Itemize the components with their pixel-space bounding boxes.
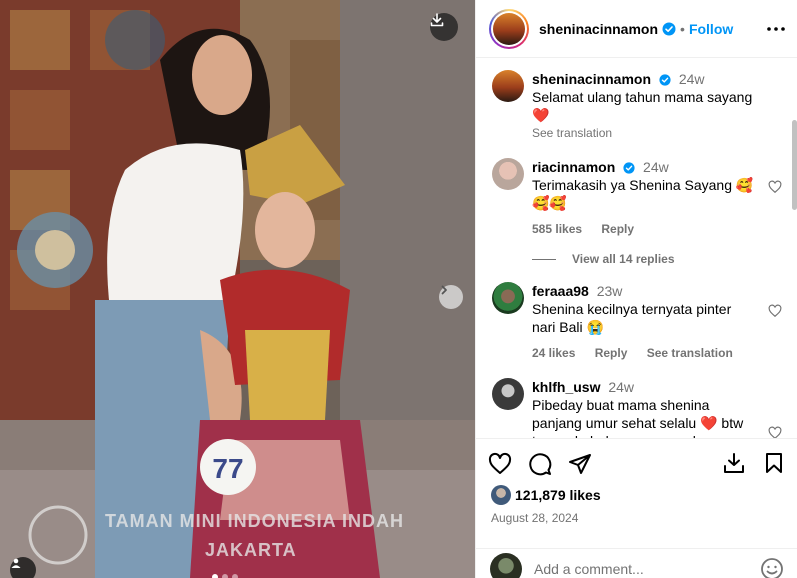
- bookmark-button[interactable]: [762, 451, 786, 478]
- header-separator: •: [680, 20, 685, 37]
- comment-username[interactable]: sheninacinnamon: [532, 71, 651, 87]
- comment-text: Shenina kecilnya ternyata pinter nari Ba…: [532, 301, 732, 335]
- comment-icon: [529, 453, 552, 476]
- avatar: [491, 485, 511, 505]
- user-tag-icon: [11, 558, 21, 568]
- see-translation-link[interactable]: See translation: [647, 346, 733, 360]
- comment-time[interactable]: 24w: [608, 379, 634, 395]
- divider: [532, 258, 556, 260]
- share-icon: [569, 454, 591, 474]
- comment-input[interactable]: [534, 560, 760, 577]
- comment-text: Terimakasih ya Shenina Sayang 🥰🥰🥰: [532, 177, 754, 211]
- reply-button[interactable]: Reply: [601, 222, 634, 236]
- photo-caption-line2: JAKARTA: [205, 540, 297, 560]
- share-button[interactable]: [568, 452, 592, 476]
- comment-time[interactable]: 24w: [643, 159, 669, 175]
- photo-illustration: 77 TAMAN MINI INDONESIA INDAH JAKARTA: [0, 0, 475, 578]
- author-avatar: [493, 12, 525, 45]
- comment-username[interactable]: khlfh_usw: [532, 379, 600, 395]
- post-header: sheninacinnamon • Follow: [476, 0, 797, 58]
- carousel-dot: [212, 574, 218, 578]
- avatar[interactable]: [492, 70, 524, 102]
- download-icon: [430, 13, 444, 27]
- avatar: [490, 552, 522, 578]
- comment-time[interactable]: 23w: [597, 283, 623, 299]
- photo-badge-number: 77: [212, 453, 243, 484]
- verified-icon: [623, 162, 635, 174]
- more-icon[interactable]: [767, 26, 785, 31]
- comment-text: Selamat ulang tahun mama sayang ❤️: [532, 89, 753, 123]
- comment-username[interactable]: feraaa98: [532, 283, 589, 299]
- avatar[interactable]: [492, 158, 524, 190]
- add-comment-bar: [476, 548, 797, 578]
- caption-comment: sheninacinnamon 24w Selamat ulang tahun …: [492, 70, 782, 142]
- comments-scrollbar[interactable]: [792, 120, 797, 210]
- emoji-icon[interactable]: [760, 557, 784, 578]
- likes-label[interactable]: 121,879 likes: [515, 487, 601, 503]
- heart-icon[interactable]: [768, 304, 782, 318]
- comments-list[interactable]: sheninacinnamon 24w Selamat ulang tahun …: [476, 58, 797, 438]
- download-button[interactable]: [430, 13, 458, 41]
- comment-likes[interactable]: 585 likes: [532, 222, 582, 236]
- reply-button[interactable]: Reply: [595, 346, 628, 360]
- heart-icon[interactable]: [768, 426, 782, 438]
- comment-time[interactable]: 24w: [679, 71, 705, 87]
- view-replies-label[interactable]: View all 14 replies: [572, 252, 675, 266]
- post-side-panel: sheninacinnamon • Follow sheninacinnamon: [475, 0, 797, 578]
- heart-icon: [488, 452, 512, 474]
- author-avatar-ring[interactable]: [489, 8, 529, 49]
- author-username[interactable]: sheninacinnamon: [539, 21, 658, 37]
- save-to-device-button[interactable]: [722, 451, 746, 478]
- likes-count[interactable]: 121,879 likes: [488, 485, 786, 505]
- photo-caption-line1: TAMAN MINI INDONESIA INDAH: [105, 511, 404, 531]
- list-item: khlfh_usw 24w Pibeday buat mama shenina …: [492, 378, 782, 438]
- post-date: August 28, 2024: [491, 511, 579, 525]
- follow-button[interactable]: Follow: [689, 21, 733, 37]
- verified-icon: [662, 22, 676, 35]
- post-actions: 121,879 likes August 28, 2024: [476, 438, 797, 525]
- avatar[interactable]: [492, 282, 524, 314]
- verified-icon: [659, 74, 671, 86]
- list-item: riacinnamon 24w Terimakasih ya Shenina S…: [492, 158, 782, 238]
- carousel-dots: [212, 574, 238, 578]
- bookmark-icon: [766, 452, 782, 473]
- comment-username[interactable]: riacinnamon: [532, 159, 615, 175]
- carousel-dot: [222, 574, 228, 578]
- carousel-dot: [232, 574, 238, 578]
- list-item: feraaa98 23w Shenina kecilnya ternyata p…: [492, 282, 782, 362]
- comment-text: Pibeday buat mama shenina panjang umur s…: [532, 397, 744, 438]
- next-photo-button[interactable]: [439, 285, 463, 309]
- save-icon: [724, 452, 744, 473]
- tagged-users-button[interactable]: [10, 557, 36, 578]
- like-button[interactable]: [488, 452, 512, 476]
- heart-icon[interactable]: [768, 180, 782, 194]
- see-translation-link[interactable]: See translation: [532, 124, 758, 142]
- comment-likes[interactable]: 24 likes: [532, 346, 575, 360]
- avatar[interactable]: [492, 378, 524, 410]
- chevron-right-icon: [441, 285, 447, 295]
- post-photo: 77 TAMAN MINI INDONESIA INDAH JAKARTA: [0, 0, 475, 578]
- view-replies-link[interactable]: View all 14 replies: [532, 252, 782, 266]
- comment-button[interactable]: [528, 452, 552, 476]
